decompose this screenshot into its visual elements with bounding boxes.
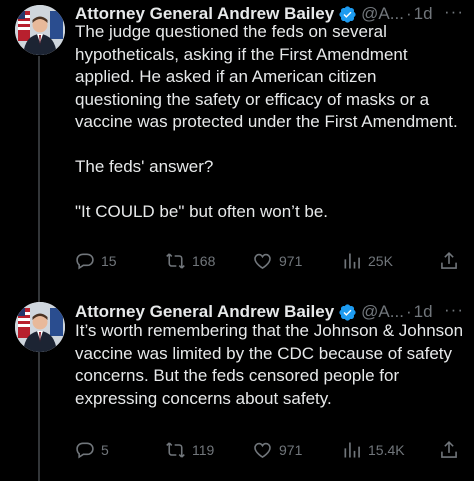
repost-button[interactable]: 168 xyxy=(165,251,215,271)
tweet-actions: 15 168 971 25K xyxy=(75,251,465,275)
reply-count: 15 xyxy=(101,253,117,269)
repost-count: 168 xyxy=(192,253,216,269)
verified-badge-icon xyxy=(339,303,356,321)
reply-icon xyxy=(76,253,94,270)
like-icon xyxy=(254,253,271,270)
like-button[interactable]: 971 xyxy=(252,251,302,271)
views-icon xyxy=(344,253,360,269)
like-count: 971 xyxy=(279,253,303,269)
repost-count: 119 xyxy=(192,442,215,458)
reply-button[interactable]: 5 xyxy=(75,440,109,460)
tweet-2[interactable]: Attorney General Andrew Bailey @A... · 1… xyxy=(0,300,474,481)
share-button[interactable] xyxy=(439,251,459,271)
tweet-paragraph: "It COULD be" but often won’t be. xyxy=(75,202,329,221)
more-options-icon[interactable]: ··· xyxy=(444,300,464,320)
tweet-text: It’s worth remembering that the Johnson … xyxy=(75,320,465,410)
repost-button[interactable]: 119 xyxy=(165,440,214,460)
like-button[interactable]: 971 xyxy=(252,440,302,460)
author-avatar[interactable] xyxy=(15,5,65,55)
tweet-text: The judge questioned the feds on several… xyxy=(75,21,465,224)
more-options-icon[interactable]: ··· xyxy=(444,2,464,22)
views-count: 25K xyxy=(368,253,393,269)
reply-count: 5 xyxy=(101,442,109,458)
author-avatar[interactable] xyxy=(15,302,65,352)
reply-button[interactable]: 15 xyxy=(75,251,117,271)
tweet-paragraph: It’s worth remembering that the Johnson … xyxy=(75,321,464,408)
tweet-paragraph: The judge questioned the feds on several… xyxy=(75,22,458,131)
views-icon xyxy=(344,442,360,458)
like-count: 971 xyxy=(279,442,303,458)
like-icon xyxy=(254,442,271,459)
share-button[interactable] xyxy=(439,440,459,460)
views-button[interactable]: 25K xyxy=(342,251,393,271)
repost-icon xyxy=(166,442,185,458)
share-icon xyxy=(441,440,457,458)
share-icon xyxy=(441,251,457,269)
views-count: 15.4K xyxy=(368,442,405,458)
tweet-1[interactable]: Attorney General Andrew Bailey @A... · 1… xyxy=(0,0,474,280)
reply-icon xyxy=(76,442,94,459)
repost-icon xyxy=(166,253,185,269)
tweet-paragraph: The feds' answer? xyxy=(75,157,214,176)
views-button[interactable]: 15.4K xyxy=(342,440,405,460)
tweet-actions: 5 119 971 15.4K xyxy=(75,440,465,464)
